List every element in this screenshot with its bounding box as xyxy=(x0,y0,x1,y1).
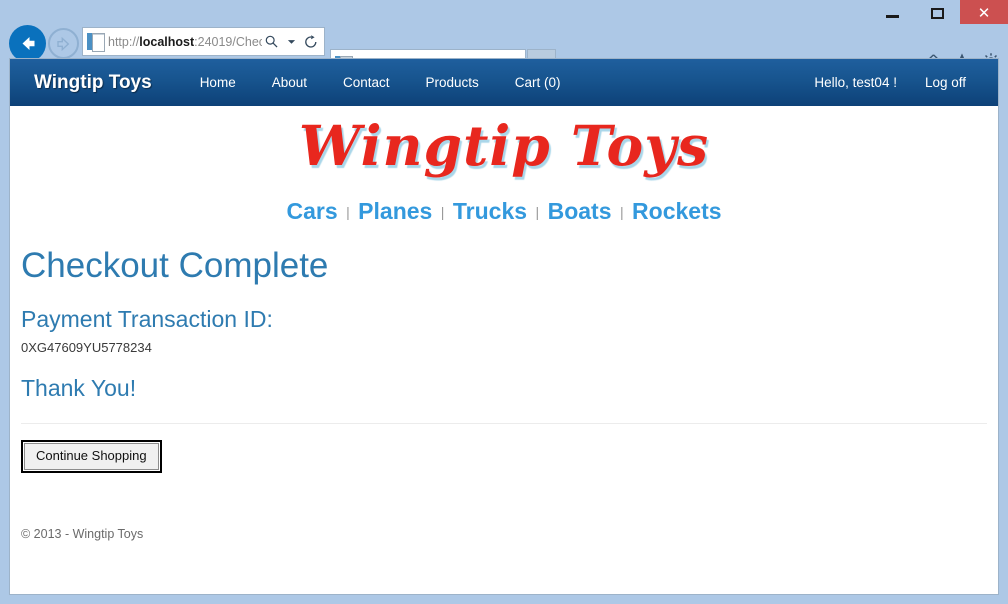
continue-shopping-button[interactable]: Continue Shopping xyxy=(21,440,162,473)
category-link-rockets[interactable]: Rockets xyxy=(632,198,721,224)
category-link-planes[interactable]: Planes xyxy=(358,198,432,224)
maximize-button[interactable] xyxy=(915,0,960,26)
category-separator: | xyxy=(440,204,445,220)
site-nav-account: Hello, test04 ! Log off xyxy=(800,75,980,90)
category-link-cars[interactable]: Cars xyxy=(286,198,337,224)
refresh-icon[interactable] xyxy=(302,32,320,52)
magnifier-icon[interactable] xyxy=(262,32,280,52)
nav-link-home[interactable]: Home xyxy=(182,75,254,90)
nav-link-contact[interactable]: Contact xyxy=(325,75,408,90)
back-arrow-icon xyxy=(22,37,35,50)
category-separator: | xyxy=(619,204,624,220)
url-path: :24019/Checkou xyxy=(194,34,262,49)
site-brand[interactable]: Wingtip Toys xyxy=(34,72,152,94)
address-bar-icons xyxy=(262,32,324,52)
url-scheme: http:// xyxy=(108,34,140,49)
site-logo-text: Wingtip Toys xyxy=(298,113,710,178)
category-separator: | xyxy=(535,204,540,220)
category-links: Cars | Planes | Trucks | Boats | Rockets xyxy=(10,198,998,239)
category-link-boats[interactable]: Boats xyxy=(548,198,612,224)
url-text: http://localhost:24019/Checkou xyxy=(108,35,262,49)
category-separator: | xyxy=(346,204,350,220)
page-viewport: Wingtip Toys Home About Contact Products… xyxy=(9,58,999,595)
nav-link-cart[interactable]: Cart (0) xyxy=(497,75,579,90)
page-title: Checkout Complete xyxy=(21,246,329,285)
nav-link-products[interactable]: Products xyxy=(408,75,497,90)
site-navbar: Wingtip Toys Home About Contact Products… xyxy=(10,59,998,106)
browser-window: ✕ http://localhost:24019/Checkou xyxy=(0,0,1008,604)
footer-copyright: © 2013 - Wingtip Toys xyxy=(21,526,144,541)
thank-you-heading: Thank You! xyxy=(21,374,137,401)
page-icon xyxy=(87,33,105,52)
back-button[interactable] xyxy=(9,25,46,62)
address-bar[interactable]: http://localhost:24019/Checkou xyxy=(82,27,325,56)
minimize-button[interactable] xyxy=(870,0,915,26)
site-logo: Wingtip Toys xyxy=(10,106,998,198)
transaction-label: Payment Transaction ID: xyxy=(21,305,273,332)
minimize-icon xyxy=(886,15,899,18)
nav-link-about[interactable]: About xyxy=(254,75,325,90)
logoff-link[interactable]: Log off xyxy=(911,75,980,90)
browser-toolbar: http://localhost:24019/Checkou - Wingtip… xyxy=(0,24,1008,79)
url-host: localhost xyxy=(139,34,195,49)
forward-button[interactable] xyxy=(48,28,79,59)
transaction-id-value: 0XG47609YU5778234 xyxy=(21,339,152,355)
close-window-button[interactable]: ✕ xyxy=(960,0,1008,26)
window-controls: ✕ xyxy=(870,0,1008,26)
account-greeting[interactable]: Hello, test04 ! xyxy=(800,75,911,90)
divider xyxy=(21,423,987,425)
chevron-down-icon[interactable] xyxy=(282,32,300,52)
maximize-icon xyxy=(931,7,944,19)
main-content: Checkout Complete Payment Transaction ID… xyxy=(10,239,998,541)
forward-arrow-icon xyxy=(56,36,69,51)
title-bar: ✕ xyxy=(0,0,1008,26)
category-link-trucks[interactable]: Trucks xyxy=(453,198,527,224)
close-icon: ✕ xyxy=(977,4,991,22)
site-nav-links: Home About Contact Products Cart (0) xyxy=(182,75,579,90)
